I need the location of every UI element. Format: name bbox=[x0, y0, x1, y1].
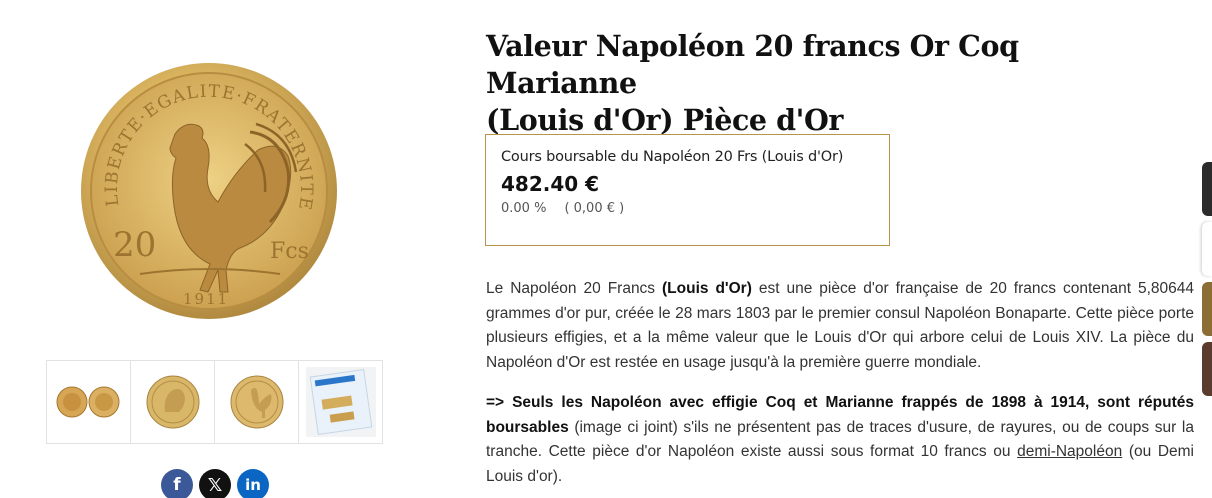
thumbnail-coq[interactable] bbox=[215, 361, 299, 443]
thumbnail-marianne[interactable] bbox=[131, 361, 215, 443]
p1-text: Le Napoléon 20 Francs bbox=[486, 280, 663, 297]
thumbnail-coin-pair[interactable] bbox=[47, 361, 131, 443]
x-share-button[interactable]: 𝕏 bbox=[199, 469, 231, 498]
facebook-icon: f bbox=[173, 475, 181, 495]
linkedin-icon: in bbox=[245, 476, 261, 494]
coin-illustration: LIBERTE·EGALITE·FRATERNITE 20 Fcs 1911 bbox=[81, 63, 337, 319]
floating-tab-dark[interactable] bbox=[1202, 162, 1212, 216]
facebook-share-button[interactable]: f bbox=[161, 469, 193, 498]
thumbnail-strip bbox=[46, 360, 383, 444]
coq-coin-image bbox=[230, 375, 283, 429]
floating-tab-gold[interactable] bbox=[1202, 282, 1212, 336]
marianne-coin-image bbox=[146, 375, 199, 429]
linkedin-share-button[interactable]: in bbox=[237, 469, 269, 498]
title-line-1: Valeur Napoléon 20 francs Or Coq Mariann… bbox=[486, 29, 1019, 100]
coin-denomination: 20 bbox=[113, 225, 156, 265]
coin-denomination-unit: Fcs bbox=[270, 239, 309, 264]
coin-year: 1911 bbox=[183, 290, 229, 308]
floating-tab-light[interactable] bbox=[1202, 222, 1212, 276]
thumbnail-packaged[interactable] bbox=[299, 361, 382, 443]
price-box: Cours boursable du Napoléon 20 Frs (Loui… bbox=[485, 134, 890, 246]
packaged-coin-image bbox=[305, 367, 376, 437]
demi-napoleon-link[interactable]: demi-Napoléon bbox=[1017, 443, 1122, 460]
price-change-percent: 0.00 % bbox=[501, 201, 547, 216]
price-label: Cours boursable du Napoléon 20 Frs (Loui… bbox=[501, 149, 844, 165]
price-value: 482.40 € bbox=[501, 172, 600, 196]
p1-bold: (Louis d'Or) bbox=[662, 280, 752, 297]
floating-tab-brown[interactable] bbox=[1202, 342, 1212, 396]
coin-pair-image bbox=[56, 386, 119, 418]
title-line-2: (Louis d'Or) Pièce d'Or bbox=[486, 103, 844, 137]
page-title: Valeur Napoléon 20 francs Or Coq Mariann… bbox=[486, 28, 1166, 139]
main-coin-image[interactable]: LIBERTE·EGALITE·FRATERNITE 20 Fcs 1911 bbox=[80, 62, 338, 320]
price-change-amount: ( 0,00 € ) bbox=[564, 201, 625, 216]
description-paragraph-2: => Seuls les Napoléon avec effigie Coq e… bbox=[486, 391, 1194, 489]
description-paragraph-1: Le Napoléon 20 Francs (Louis d'Or) est u… bbox=[486, 277, 1194, 375]
price-change: 0.00 % ( 0,00 € ) bbox=[501, 201, 874, 216]
social-share: f 𝕏 in bbox=[161, 469, 269, 498]
x-icon: 𝕏 bbox=[207, 474, 223, 496]
